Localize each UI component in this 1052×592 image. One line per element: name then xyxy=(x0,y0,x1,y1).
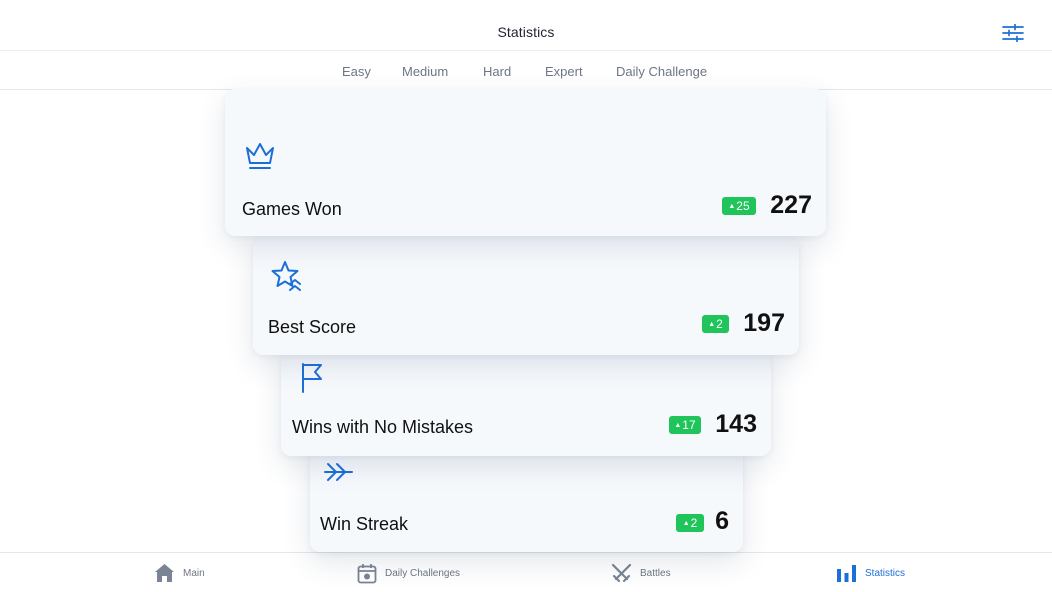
tab-medium[interactable]: Medium xyxy=(402,64,448,79)
stat-card-win-streak: Win Streak ▲ 2 6 xyxy=(310,445,743,552)
nav-item-daily-challenges[interactable]: Daily Challenges xyxy=(357,561,460,585)
delta-badge: ▲ 2 xyxy=(676,514,704,532)
delta-value: 25 xyxy=(736,199,750,213)
nav-label: Main xyxy=(183,567,205,579)
bottom-navigation: Main Daily Challenges Battles Statistics xyxy=(0,552,1052,592)
flag-icon xyxy=(302,363,322,393)
delta-badge: ▲ 17 xyxy=(669,416,701,434)
tab-easy[interactable]: Easy xyxy=(342,64,371,79)
delta-value: 2 xyxy=(690,516,698,530)
nav-label: Statistics xyxy=(865,567,906,579)
nav-item-battles[interactable]: Battles xyxy=(611,561,671,585)
nav-item-statistics[interactable]: Statistics xyxy=(836,561,905,585)
stat-value: 6 xyxy=(715,507,729,535)
stat-value: 227 xyxy=(770,191,812,219)
nav-label: Battles xyxy=(640,567,671,579)
up-triangle-icon: ▲ xyxy=(682,519,690,527)
stat-label: Win Streak xyxy=(320,514,409,534)
delta-value: 17 xyxy=(682,418,696,432)
tab-expert[interactable]: Expert xyxy=(545,64,583,79)
difficulty-tabs: Easy Medium Hard Expert Daily Challenge xyxy=(0,52,1052,90)
calendar-icon xyxy=(357,563,377,583)
stat-value: 197 xyxy=(743,309,785,337)
stat-card-wins-no-mistakes: Wins with No Mistakes ▲ 17 143 xyxy=(281,350,771,456)
nav-item-main[interactable]: Main xyxy=(154,561,205,585)
stat-card-games-won: Games Won ▲ 25 227 xyxy=(225,89,826,236)
home-icon xyxy=(155,564,174,582)
stat-label: Best Score xyxy=(268,317,357,337)
star-chevrons-icon xyxy=(271,261,301,291)
top-bar: Statistics xyxy=(0,0,1052,51)
stat-label: Wins with No Mistakes xyxy=(292,417,474,437)
tab-hard[interactable]: Hard xyxy=(483,64,511,79)
double-arrow-icon xyxy=(324,463,353,481)
sliders-icon xyxy=(1002,24,1024,42)
page-title: Statistics xyxy=(497,24,555,40)
stat-label: Games Won xyxy=(242,199,342,219)
delta-badge: ▲ 2 xyxy=(702,315,729,333)
tab-daily-challenge[interactable]: Daily Challenge xyxy=(616,64,707,79)
up-triangle-icon: ▲ xyxy=(674,421,682,429)
crown-icon xyxy=(246,143,274,169)
stat-value: 143 xyxy=(715,410,757,438)
delta-badge: ▲ 25 xyxy=(722,197,756,215)
nav-label: Daily Challenges xyxy=(385,567,461,579)
bar-chart-icon xyxy=(837,564,856,582)
up-triangle-icon: ▲ xyxy=(708,320,716,328)
crossed-swords-icon xyxy=(611,563,632,582)
settings-button[interactable] xyxy=(998,19,1028,47)
up-triangle-icon: ▲ xyxy=(728,202,736,210)
delta-value: 2 xyxy=(716,317,723,331)
stat-card-best-score: Best Score ▲ 2 197 xyxy=(253,236,799,355)
